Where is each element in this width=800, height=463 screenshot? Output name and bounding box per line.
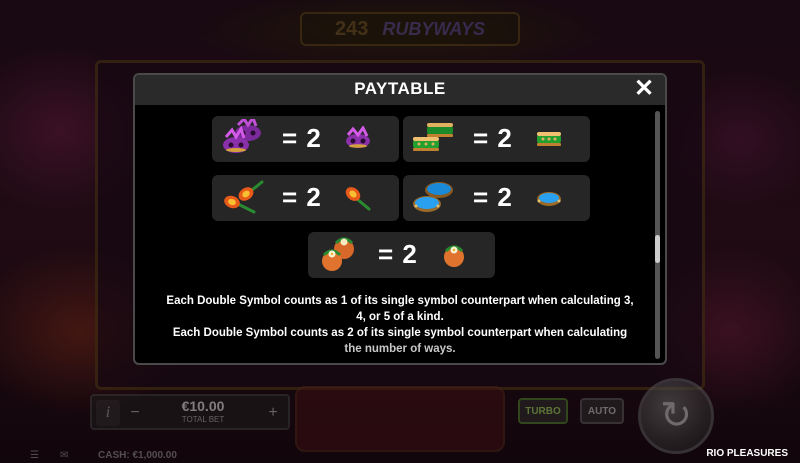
game-name-label: RIO PLEASURES bbox=[706, 448, 788, 459]
paytable-item-mask: = 2 bbox=[212, 116, 399, 162]
double-maraca-icon bbox=[224, 180, 264, 214]
modal-title: PAYTABLE bbox=[354, 79, 446, 98]
description-line-2: 4, or 5 of a kind. bbox=[356, 311, 444, 323]
bottom-control-bar: i − €10.00 TOTAL BET + TURBO AUTO ↻ ☰ ✉ … bbox=[0, 378, 800, 463]
menu-icon[interactable]: ☰ bbox=[30, 450, 39, 461]
description-line-3: Each Double Symbol counts as 2 of its si… bbox=[172, 327, 628, 339]
modal-header: PAYTABLE ✕ bbox=[135, 75, 665, 105]
paytable-item-coconut: = 2 bbox=[308, 232, 495, 278]
paytable-item-tambourine: = 2 bbox=[403, 175, 590, 221]
multiplier-text: = 2 bbox=[473, 123, 513, 153]
info-icon[interactable]: i bbox=[96, 400, 120, 426]
drum-icon bbox=[537, 132, 561, 146]
multiplier-text: = 2 bbox=[282, 123, 322, 153]
game-logo: RUBYWAYS bbox=[382, 18, 486, 39]
double-drum-icon bbox=[413, 123, 453, 151]
multiplier-text: = 2 bbox=[378, 239, 418, 269]
auto-button[interactable]: AUTO bbox=[580, 398, 624, 424]
tambourine-icon bbox=[537, 192, 561, 206]
bet-panel: i − €10.00 TOTAL BET + bbox=[90, 394, 290, 430]
scrollbar-thumb[interactable] bbox=[655, 235, 660, 263]
coconut-icon bbox=[444, 245, 464, 267]
double-tambourine-icon bbox=[413, 182, 453, 212]
total-bet-label: TOTAL BET bbox=[181, 415, 225, 424]
double-mask-icon bbox=[223, 119, 261, 153]
close-button[interactable]: ✕ bbox=[631, 76, 657, 102]
bet-increase-button[interactable]: + bbox=[264, 401, 282, 425]
total-bet-value: €10.00 bbox=[181, 398, 225, 414]
turbo-button[interactable]: TURBO bbox=[518, 398, 568, 424]
history-icon[interactable]: ✉ bbox=[60, 450, 68, 461]
double-coconut-icon bbox=[322, 237, 354, 271]
cash-balance: CASH: €1,000.00 bbox=[98, 450, 177, 461]
multiplier-text: = 2 bbox=[282, 182, 322, 212]
paytable-item-drum: = 2 bbox=[403, 116, 590, 162]
spin-button[interactable]: ↻ bbox=[638, 378, 714, 454]
spin-area-panel bbox=[295, 386, 505, 452]
ways-count: 243 bbox=[334, 17, 369, 40]
multiplier-text: = 2 bbox=[473, 182, 513, 212]
bet-decrease-button[interactable]: − bbox=[126, 401, 144, 425]
description-line-1: Each Double Symbol counts as 1 of its si… bbox=[166, 295, 634, 307]
paytable-modal: PAYTABLE ✕ = 2 = 2 = 2 = 2 = 2 Each Doub… bbox=[133, 73, 667, 365]
maraca-icon bbox=[345, 187, 371, 211]
scrollbar[interactable] bbox=[655, 111, 660, 359]
game-title-plate: 243 RUBYWAYS bbox=[300, 12, 520, 46]
description-line-4: the number of ways. bbox=[344, 343, 456, 355]
paytable-item-maraca: = 2 bbox=[212, 175, 399, 221]
mask-icon bbox=[346, 126, 370, 148]
